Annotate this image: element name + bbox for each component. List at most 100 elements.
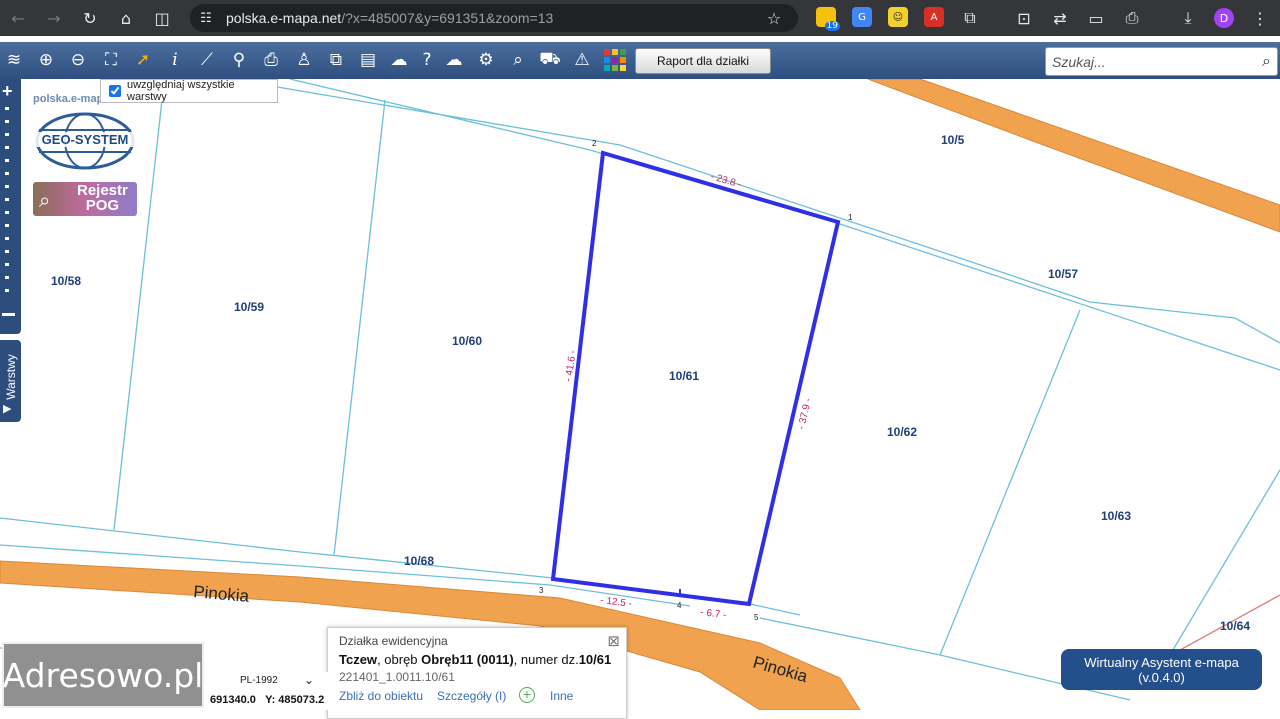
vertex-number: 1 <box>848 213 853 222</box>
street-view-icon[interactable]: ♙ <box>291 47 317 73</box>
extensions-puzzle-icon[interactable]: ⧉ <box>958 6 982 30</box>
assistant-line2: (v.0.4.0) <box>1138 669 1185 685</box>
all-layers-checkbox[interactable] <box>109 85 121 97</box>
virtual-assistant-button[interactable]: Wirtualny Asystent e-mapa (v.0.4.0) <box>1061 649 1262 690</box>
back-icon[interactable]: ← <box>6 6 30 30</box>
boundary-line <box>333 99 386 556</box>
popup-obreb: Obręb11 (0011) <box>421 652 514 667</box>
url-path: /?x=485007&y=691351&zoom=13 <box>341 10 554 26</box>
parcel-label[interactable]: 10/64 <box>1220 619 1250 633</box>
rejestr-text: Rejestr <box>77 182 128 199</box>
poi-icon[interactable]: ⚠ <box>569 47 595 73</box>
other-link[interactable]: Inne <box>550 689 573 703</box>
zoom-out-icon[interactable]: ⊖ <box>65 47 91 73</box>
parcel-report-button[interactable]: Raport dla działki <box>635 48 771 74</box>
boundary-line <box>289 79 1280 371</box>
zoom-plus-icon[interactable]: + <box>2 81 13 102</box>
calendar-extension-icon[interactable]: 19 <box>816 7 840 31</box>
parcel-label[interactable]: 10/58 <box>51 274 81 288</box>
boundary-line <box>939 309 1081 656</box>
parcel-label[interactable]: 10/63 <box>1101 509 1131 523</box>
forward-icon[interactable]: → <box>42 6 66 30</box>
split-view-icon[interactable]: ◫ <box>150 6 174 30</box>
layers-icon[interactable]: ≋ <box>1 47 27 73</box>
cloud-download-icon[interactable]: ☁ <box>441 47 467 73</box>
crs-select[interactable]: PL-1992 <box>240 675 278 686</box>
geosystem-text: GEO-SYSTEM <box>34 132 136 147</box>
geosystem-logo[interactable]: GEO-SYSTEM <box>34 112 136 170</box>
popup-sep: , numer dz. <box>513 652 579 667</box>
translate-extension-icon[interactable]: G <box>852 7 872 27</box>
translate-page-icon[interactable]: ⇄ <box>1048 6 1072 30</box>
info-icon[interactable]: i <box>162 47 188 73</box>
details-link[interactable]: Szczegóły (I) <box>437 689 506 703</box>
compare-icon[interactable]: ⧉ <box>323 47 349 73</box>
parcel-label[interactable]: 10/5 <box>941 133 965 147</box>
coord-x: 691340.0 <box>210 694 256 706</box>
parcel-label[interactable]: 10/59 <box>234 300 264 314</box>
print-map-icon[interactable]: ⎙ <box>258 47 284 73</box>
vertex-number: 4 <box>677 601 682 610</box>
parcel-boundaries <box>0 79 1280 701</box>
split-map-icon[interactable]: ▤ <box>355 47 381 73</box>
address-bar[interactable]: ☷ polska.e-mapa.net/?x=485007&y=691351&z… <box>190 4 798 32</box>
parcel-label[interactable]: 10/57 <box>1048 267 1078 281</box>
pdf-extension-icon[interactable]: A <box>924 7 944 27</box>
profile-avatar[interactable]: D <box>1212 6 1236 30</box>
download-icon[interactable]: ⤓ <box>1176 6 1200 30</box>
popup-city: Tczew <box>339 652 378 667</box>
settings-icon[interactable]: ⚙ <box>473 47 499 73</box>
apps-grid-icon[interactable] <box>602 47 628 73</box>
select-arrow-icon[interactable]: ➚ <box>130 47 156 73</box>
popup-number: 10/61 <box>578 652 612 667</box>
parcel-label-selected[interactable]: 10/61 <box>669 369 699 383</box>
link-icon[interactable]: ⚲ <box>226 47 252 73</box>
map-svg: 10/5 10/57 10/58 10/59 10/60 10/61 10/62… <box>0 79 1280 710</box>
measure-icon[interactable]: ⟋ <box>194 47 220 73</box>
parcel-label[interactable]: 10/68 <box>404 554 434 568</box>
expand-triangle-icon: ▶ <box>3 402 12 415</box>
screenshot-icon[interactable]: ⊡ <box>1012 6 1036 30</box>
comment-icon[interactable]: ☁ <box>386 47 412 73</box>
map-canvas[interactable]: 10/5 10/57 10/58 10/59 10/60 10/61 10/62… <box>0 79 1280 710</box>
zoom-to-object-link[interactable]: Zbliż do obiektu <box>339 689 423 703</box>
close-icon[interactable]: ⊠ <box>607 632 620 650</box>
add-circle-icon[interactable]: + <box>519 687 535 703</box>
parcel-label[interactable]: 10/60 <box>452 334 482 348</box>
site-info-icon[interactable]: ☷ <box>194 6 218 30</box>
home-icon[interactable]: ⌂ <box>114 6 138 30</box>
url-text: polska.e-mapa.net/?x=485007&y=691351&zoo… <box>226 10 553 26</box>
dimension-label: - 6.7 - <box>700 607 727 621</box>
full-extent-icon[interactable]: ⛶ <box>98 47 124 73</box>
popup-title: Działka ewidencyjna <box>339 634 448 648</box>
zoom-minus-icon[interactable] <box>2 313 15 316</box>
search-input[interactable] <box>1052 48 1248 75</box>
profile-initial: D <box>1214 8 1234 28</box>
vertex-number: 5 <box>754 613 759 622</box>
cast-icon[interactable]: ▭ <box>1084 6 1108 30</box>
zoom-slider[interactable]: + <box>0 79 21 334</box>
search-icon[interactable]: ⌕ <box>1262 51 1271 71</box>
map-toolbar: ≋ ⊕ ⊖ ⛶ ➚ i ⟋ ⚲ ⎙ ♙ ⧉ ▤ ☁ ? ☁ ⚙ ⌕ ⛟ ⚠ Ra… <box>0 42 1280 79</box>
rejestr-pog-logo[interactable]: ⌕ Rejestr POG <box>33 182 137 216</box>
menu-kebab-icon[interactable]: ⋮ <box>1248 6 1272 30</box>
search-map-icon[interactable]: ⌕ <box>505 47 531 73</box>
print-icon[interactable]: ⎙ <box>1120 6 1144 30</box>
vertex-number: 2 <box>592 139 597 148</box>
reload-icon[interactable]: ↻ <box>78 6 102 30</box>
popup-sep: , obręb <box>377 652 422 667</box>
street-name: Pinokia <box>193 582 251 606</box>
zoom-ticks[interactable] <box>5 107 9 299</box>
bookmark-star-icon[interactable]: ☆ <box>762 6 786 30</box>
help-icon[interactable]: ? <box>414 47 440 73</box>
vertex-number: 3 <box>539 586 544 595</box>
chevron-down-icon[interactable]: ⌄ <box>304 673 314 687</box>
assistant-extension-icon[interactable]: ☺ <box>888 7 908 27</box>
magnifier-icon: ⌕ <box>39 188 51 212</box>
cart-icon[interactable]: ⛟ <box>537 47 563 73</box>
pog-text: POG <box>85 197 120 214</box>
zoom-in-icon[interactable]: ⊕ <box>33 47 59 73</box>
layers-tab[interactable]: Warstwy ▶ <box>0 340 21 422</box>
all-layers-label: uwzględniaj wszystkie warstwy <box>127 79 235 103</box>
parcel-label[interactable]: 10/62 <box>887 425 917 439</box>
